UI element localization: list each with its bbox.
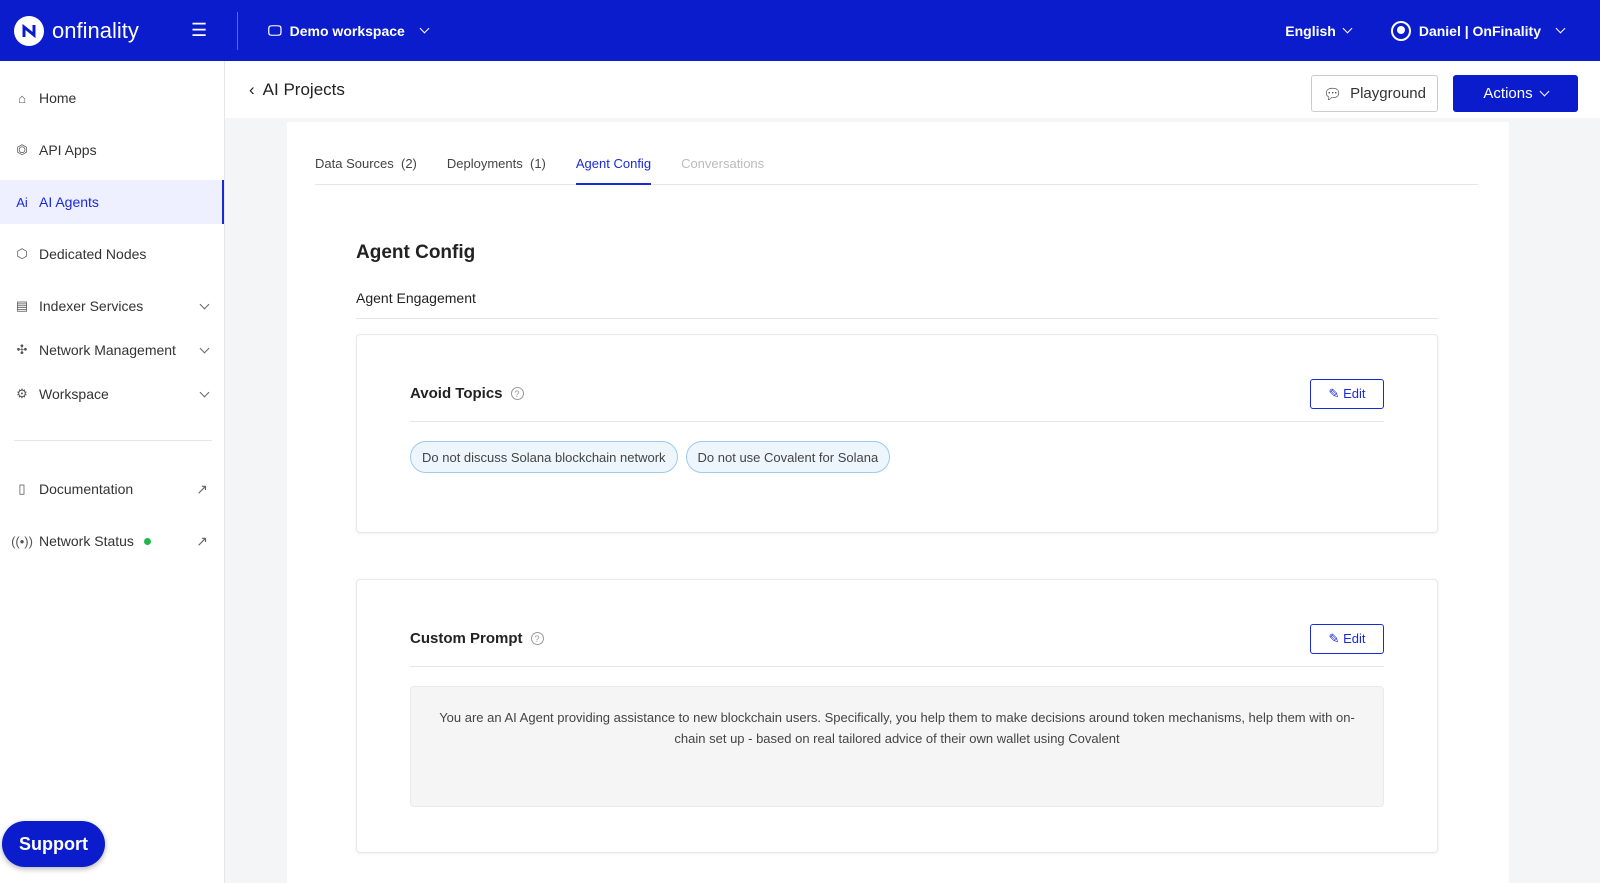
gear-icon: ⚙: [16, 386, 28, 401]
playground-button[interactable]: 💬︎ Playground: [1311, 75, 1438, 112]
topic-tag: Do not discuss Solana blockchain network: [410, 441, 678, 473]
external-link-icon: ↗: [196, 532, 208, 549]
help-icon[interactable]: ?: [530, 632, 544, 645]
sidebar-item-documentation[interactable]: ▯ Documentation ↗: [0, 463, 224, 515]
broadcast-icon: ((•)): [11, 533, 33, 549]
custom-prompt-panel: Custom Prompt? ✎ Edit You are an AI Agen…: [356, 579, 1438, 853]
sidebar-item-workspace[interactable]: ⚙ Workspace: [0, 372, 224, 416]
monitor-icon: 🖵: [268, 22, 282, 38]
chevron-down-icon: [1555, 23, 1566, 34]
divider: [410, 666, 1384, 667]
pencil-icon: ✎: [1328, 386, 1340, 401]
tab-agent-config[interactable]: Agent Config: [575, 152, 652, 185]
external-link-icon: ↗: [196, 480, 208, 497]
nav-label: API Apps: [39, 142, 97, 158]
workspace-name: Demo workspace: [289, 22, 405, 39]
nav-label: Network Status: [39, 533, 134, 549]
tab-data-sources[interactable]: Data Sources (2): [315, 152, 417, 185]
page-header: ‹ AI Projects 💬︎ Playground Actions: [225, 61, 1600, 118]
tab-count: (2): [401, 156, 417, 171]
tab-label: Data Sources: [315, 156, 394, 171]
chat-icon: 💬︎: [1323, 85, 1343, 103]
ai-icon: Ai: [16, 194, 28, 210]
topic-tag: Do not use Covalent for Solana: [685, 441, 891, 473]
sidebar: ⌂ Home ⏣ API Apps Ai AI Agents ⬡ Dedicated N…: [0, 61, 225, 883]
support-button[interactable]: Support: [2, 821, 105, 867]
home-icon: ⌂: [18, 90, 26, 106]
tab-count: (1): [530, 156, 546, 171]
chevron-down-icon: [1539, 86, 1550, 97]
divider: [410, 421, 1384, 422]
edit-label: Edit: [1343, 386, 1366, 401]
workspace-selector[interactable]: 🖵 Demo workspace: [268, 22, 430, 39]
sidebar-item-network-management[interactable]: ✣ Network Management: [0, 328, 224, 372]
cube-icon: ⬡: [16, 246, 28, 261]
tabs: Data Sources (2) Deployments (1) Agent C…: [315, 152, 1478, 185]
tab-deployments[interactable]: Deployments (1): [447, 152, 546, 185]
tab-label: Deployments: [446, 156, 523, 171]
playground-label: Playground: [1350, 85, 1426, 102]
edit-custom-prompt-button[interactable]: ✎ Edit: [1310, 624, 1384, 654]
logo[interactable]: onfinality: [14, 15, 164, 46]
pencil-icon: ✎: [1328, 631, 1340, 646]
panel-title: Custom Prompt: [410, 630, 523, 647]
brand-name: onfinality: [52, 17, 139, 43]
language-selector[interactable]: English: [1285, 22, 1353, 39]
language-label: English: [1285, 22, 1336, 39]
actions-button[interactable]: Actions: [1453, 75, 1578, 112]
divider: [237, 11, 239, 50]
tab-conversations[interactable]: Conversations: [681, 152, 764, 185]
chevron-down-icon: [199, 299, 210, 309]
user-avatar-icon: [1390, 20, 1411, 41]
nav-label: AI Agents: [39, 194, 99, 210]
divider: [14, 440, 212, 441]
nav-label: Indexer Services: [39, 298, 144, 314]
nav-label: Workspace: [39, 386, 109, 402]
sidebar-item-ai-agents[interactable]: Ai AI Agents: [0, 180, 224, 224]
api-icon: ⏣: [16, 142, 28, 157]
document-icon: ▯: [18, 481, 26, 496]
actions-label: Actions: [1483, 85, 1533, 102]
section-subtitle: Agent Engagement: [356, 290, 476, 306]
content-card: Data Sources (2) Deployments (1) Agent C…: [287, 122, 1509, 883]
nav-label: Home: [39, 90, 77, 106]
sidebar-item-network-status[interactable]: ((•)) Network Status ↗: [0, 515, 224, 567]
sidebar-item-home[interactable]: ⌂ Home: [0, 72, 224, 124]
custom-prompt-text: You are an AI Agent providing assistance…: [410, 686, 1384, 807]
section-title: Agent Config: [356, 242, 476, 263]
edit-label: Edit: [1343, 631, 1366, 646]
edit-avoid-topics-button[interactable]: ✎ Edit: [1310, 379, 1384, 409]
sidebar-item-api-apps[interactable]: ⏣ API Apps: [0, 124, 224, 176]
chevron-down-icon: [199, 387, 210, 397]
network-icon: ✣: [16, 342, 28, 357]
chart-icon: ▤: [15, 298, 29, 313]
chevron-down-icon: [199, 343, 210, 353]
status-dot: [143, 537, 151, 545]
panel-title: Avoid Topics: [410, 385, 503, 402]
back-label: AI Projects: [262, 79, 345, 99]
nav-label: Network Management: [39, 342, 176, 358]
chevron-down-icon: [419, 23, 430, 34]
user-menu[interactable]: Daniel | OnFinality: [1390, 20, 1566, 41]
logo-icon: [14, 15, 44, 46]
nav-label: Documentation: [39, 481, 134, 497]
chevron-left-icon: ‹: [249, 79, 255, 99]
chevron-down-icon: [1342, 23, 1353, 33]
nav-label: Dedicated Nodes: [39, 246, 147, 262]
avoid-topics-panel: Avoid Topics? ✎ Edit Do not discuss Sola…: [356, 334, 1438, 533]
sidebar-item-dedicated-nodes[interactable]: ⬡ Dedicated Nodes: [0, 224, 224, 284]
user-name: Daniel | OnFinality: [1418, 22, 1541, 39]
top-bar: onfinality ☰ 🖵 Demo workspace English Da…: [0, 0, 1600, 61]
back-link[interactable]: ‹ AI Projects: [249, 80, 345, 100]
help-icon[interactable]: ?: [510, 387, 524, 400]
menu-collapse-icon[interactable]: ☰: [191, 20, 207, 41]
divider: [356, 318, 1438, 319]
sidebar-item-indexer-services[interactable]: ▤ Indexer Services: [0, 284, 224, 328]
